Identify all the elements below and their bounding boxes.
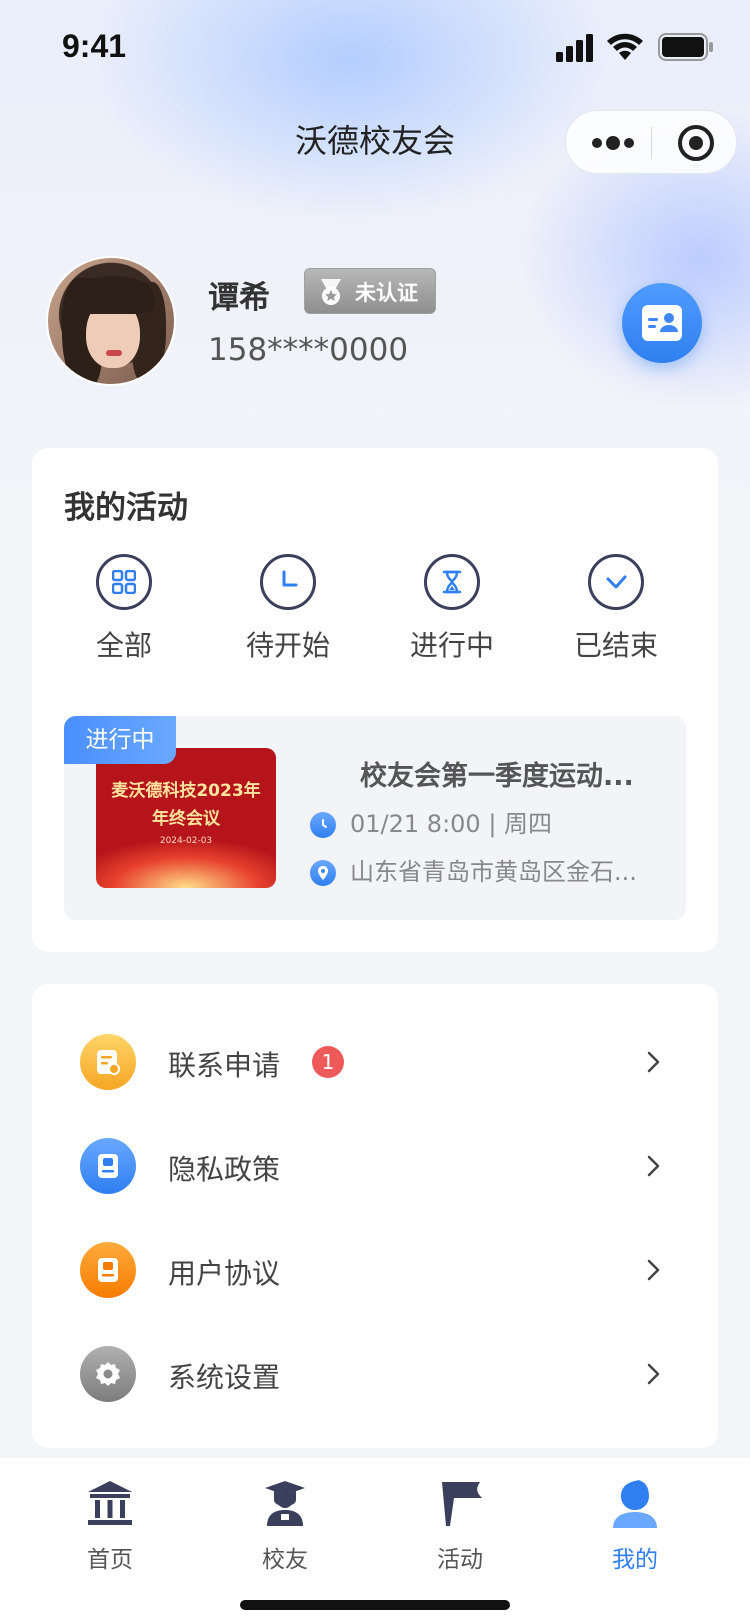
verification-badge[interactable]: 未认证 bbox=[304, 268, 436, 314]
menu-item-privacy-policy[interactable]: 隐私政策 bbox=[32, 1112, 718, 1216]
bottom-tab-bar: 首页 校友 活动 我的 bbox=[0, 1458, 750, 1624]
chevron-right-icon bbox=[647, 1155, 660, 1177]
event-poster-image: 麦沃德科技2023年 年终会议 2024-02-03 bbox=[96, 748, 276, 888]
filter-ended[interactable]: 已结束 bbox=[536, 554, 696, 664]
hourglass-icon bbox=[442, 570, 462, 594]
my-activities-panel: 我的活动 全部 待开始 进行中 已结束 麦沃德科技2023年 年终会议 2024… bbox=[32, 448, 718, 952]
wifi-icon bbox=[607, 33, 643, 60]
close-target-icon[interactable] bbox=[676, 123, 716, 163]
user-name: 谭希 bbox=[208, 280, 270, 316]
tab-activity-label: 活动 bbox=[437, 1547, 483, 1573]
tab-home[interactable]: 首页 bbox=[50, 1478, 170, 1574]
agreement-document-icon bbox=[80, 1242, 136, 1298]
alumni-graduate-icon bbox=[265, 1481, 305, 1526]
filter-pending[interactable]: 待开始 bbox=[208, 554, 368, 664]
battery-icon bbox=[658, 33, 713, 61]
tab-mine[interactable]: 我的 bbox=[575, 1478, 695, 1574]
filter-all[interactable]: 全部 bbox=[44, 554, 204, 664]
chevron-right-icon bbox=[647, 1259, 660, 1281]
mini-program-capsule bbox=[565, 110, 737, 174]
status-time: 9:41 bbox=[62, 28, 127, 64]
menu-label-system-settings: 系统设置 bbox=[168, 1361, 281, 1394]
check-icon bbox=[606, 575, 627, 589]
filter-all-label: 全部 bbox=[95, 629, 152, 662]
activity-card[interactable]: 麦沃德科技2023年 年终会议 2024-02-03 进行中 校友会第一季度运动… bbox=[64, 716, 686, 920]
filter-pending-label: 待开始 bbox=[245, 629, 330, 662]
capsule-divider bbox=[651, 127, 652, 159]
home-building-icon bbox=[88, 1481, 132, 1525]
event-time-row: 01/21 8:00 | 周四 bbox=[310, 804, 552, 839]
poster-line-1: 麦沃德科技2023年 bbox=[111, 781, 261, 801]
status-bar: 9:41 bbox=[0, 0, 750, 100]
menu-item-user-agreement[interactable]: 用户协议 bbox=[32, 1216, 718, 1320]
chevron-right-icon bbox=[647, 1363, 660, 1385]
event-location-row: 山东省青岛市黄岛区金石... bbox=[310, 852, 637, 887]
settings-menu-panel: 联系申请 1 隐私政策 用户协议 系统设置 bbox=[32, 984, 718, 1448]
id-card-icon bbox=[642, 305, 682, 341]
tab-alumni-label: 校友 bbox=[262, 1547, 308, 1573]
tab-mine-label: 我的 bbox=[612, 1547, 658, 1573]
id-card-button[interactable] bbox=[622, 283, 702, 363]
poster-date: 2024-02-03 bbox=[159, 836, 213, 846]
tab-home-label: 首页 bbox=[87, 1547, 133, 1573]
medal-icon bbox=[321, 279, 341, 305]
grid-icon bbox=[112, 570, 136, 594]
phone-number: 158****0000 bbox=[208, 332, 409, 368]
clock-icon bbox=[282, 570, 298, 587]
menu-label-contact-request: 联系申请 bbox=[168, 1049, 281, 1082]
event-location: 山东省青岛市黄岛区金石... bbox=[350, 858, 637, 886]
chevron-right-icon bbox=[647, 1051, 660, 1073]
activity-flag-icon bbox=[442, 1482, 482, 1526]
menu-label-user-agreement: 用户协议 bbox=[168, 1257, 281, 1290]
time-clock-icon bbox=[310, 812, 336, 838]
contact-request-icon bbox=[80, 1034, 136, 1090]
event-title: 校友会第一季度运动... bbox=[360, 761, 634, 792]
filter-in-progress-label: 进行中 bbox=[409, 629, 494, 662]
profile-person-icon bbox=[613, 1480, 657, 1528]
cellular-signal-icon bbox=[556, 34, 593, 62]
home-indicator bbox=[240, 1600, 510, 1610]
more-dots-icon[interactable] bbox=[588, 133, 638, 153]
notification-count-badge: 1 bbox=[312, 1046, 344, 1078]
filter-in-progress[interactable]: 进行中 bbox=[372, 554, 532, 664]
tab-alumni[interactable]: 校友 bbox=[225, 1478, 345, 1574]
verification-badge-label: 未认证 bbox=[355, 281, 418, 305]
settings-gear-icon bbox=[80, 1346, 136, 1402]
tab-activity[interactable]: 活动 bbox=[400, 1478, 520, 1574]
location-pin-icon bbox=[310, 860, 336, 886]
status-badge: 进行中 bbox=[64, 716, 176, 764]
menu-label-privacy-policy: 隐私政策 bbox=[168, 1153, 281, 1186]
my-activities-title: 我的活动 bbox=[64, 490, 188, 526]
event-time: 01/21 8:00 | 周四 bbox=[350, 810, 553, 838]
filter-ended-label: 已结束 bbox=[573, 629, 658, 662]
menu-item-system-settings[interactable]: 系统设置 bbox=[32, 1320, 718, 1424]
poster-line-2: 年终会议 bbox=[152, 809, 220, 829]
avatar[interactable] bbox=[46, 256, 176, 386]
menu-item-contact-request[interactable]: 联系申请 1 bbox=[32, 1008, 718, 1112]
privacy-document-icon bbox=[80, 1138, 136, 1194]
